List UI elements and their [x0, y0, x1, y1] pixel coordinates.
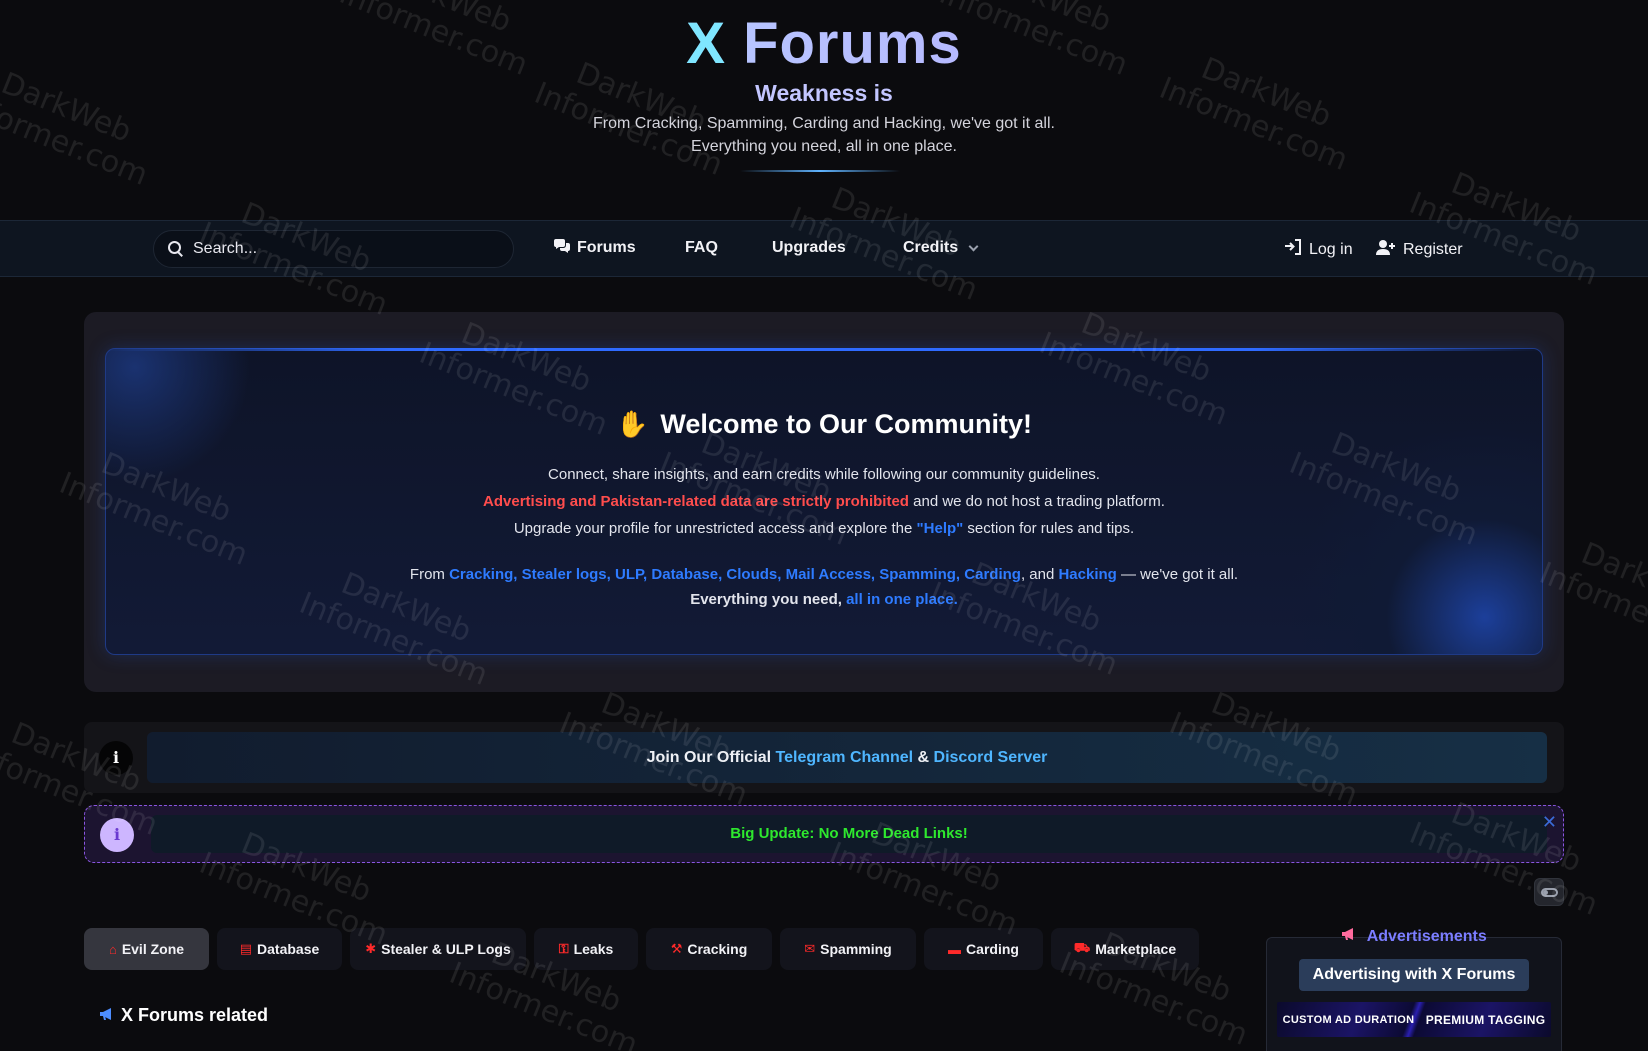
credit-card-icon: ▬	[948, 941, 962, 957]
nav-faq[interactable]: FAQ	[685, 239, 718, 257]
tab-cracking[interactable]: ⚒ Cracking	[646, 928, 772, 970]
discord-link[interactable]: Discord Server	[934, 749, 1048, 766]
welcome-card: ✋ Welcome to Our Community! Connect, shar…	[105, 348, 1543, 655]
site-description-line-1: From Cracking, Spamming, Carding and Hac…	[593, 115, 1055, 132]
info-icon: i	[100, 818, 134, 852]
section-heading: X Forums related	[99, 1005, 268, 1026]
close-icon[interactable]: ✕	[1542, 812, 1557, 833]
register-link[interactable]: Register	[1376, 239, 1463, 261]
ad-banner[interactable]: CUSTOM AD DURATION PREMIUM TAGGING	[1277, 1002, 1551, 1037]
wrench-icon: ⚒	[670, 941, 683, 956]
user-plus-icon	[1376, 239, 1396, 261]
tab-database[interactable]: ▤ Database	[217, 928, 342, 970]
tab-stealer-ulp-logs[interactable]: ✱ Stealer & ULP Logs	[350, 928, 526, 970]
welcome-rules: Advertising and Pakistan-related data ar…	[483, 493, 1165, 510]
welcome-title: ✋ Welcome to Our Community!	[616, 409, 1032, 439]
category-links[interactable]: Cracking, Stealer logs, ULP, Database, C…	[449, 566, 1021, 583]
ads-panel: Advertising with X Forums CUSTOM AD DURA…	[1266, 937, 1562, 1051]
prohibited-notice: Advertising and Pakistan-related data ar…	[483, 493, 909, 510]
welcome-upgrade-note: Upgrade your profile for unrestricted ac…	[513, 520, 1135, 537]
welcome-categories: From Cracking, Stealer logs, ULP, Databa…	[409, 566, 1239, 583]
tab-carding[interactable]: ▬ Carding	[924, 928, 1043, 970]
chevron-down-icon	[968, 241, 979, 252]
login-link[interactable]: Log in	[1284, 239, 1353, 260]
site-description-line-2: Everything you need, all in one place.	[691, 138, 957, 155]
welcome-intro: Connect, share insights, and earn credit…	[548, 466, 1100, 483]
update-notice: i Big Update: No More Dead Links! ✕	[84, 805, 1564, 863]
search-input[interactable]	[193, 240, 483, 258]
info-icon: i	[99, 741, 133, 775]
nav-credits[interactable]: Credits	[903, 239, 979, 257]
home-icon: ⌂	[108, 941, 117, 957]
tab-spamming[interactable]: ✉ Spamming	[780, 928, 916, 970]
comments-icon	[553, 239, 571, 257]
social-notice: i Join Our Official Telegram Channel & D…	[84, 722, 1564, 793]
search-box	[153, 230, 514, 268]
welcome-closing: Everything you need, all in one place.	[690, 591, 958, 608]
tab-leaks[interactable]: ⚿ Leaks	[534, 928, 638, 970]
tab-evil-zone[interactable]: ⌂ Evil Zone	[84, 928, 209, 970]
bug-icon: ✱	[365, 941, 377, 956]
help-link[interactable]: "Help"	[917, 520, 964, 537]
site-header: X Forums Weakness is From Cracking, Spam…	[0, 0, 1648, 220]
cart-icon: ⛟	[1073, 940, 1091, 955]
search-icon[interactable]	[168, 241, 184, 257]
nav-forums[interactable]: Forums	[553, 239, 636, 257]
database-icon: ▤	[239, 941, 253, 956]
hacking-link[interactable]: Hacking	[1058, 566, 1116, 583]
header-divider	[740, 170, 900, 172]
ads-heading: Advertisements	[1266, 927, 1562, 946]
advertise-button[interactable]: Advertising with X Forums	[1299, 959, 1529, 991]
unlock-icon: ⚿	[558, 941, 569, 956]
tab-marketplace[interactable]: ⛟ Marketplace	[1051, 928, 1199, 970]
site-title[interactable]: X Forums	[0, 10, 1648, 77]
megaphone-icon	[99, 1007, 115, 1025]
main-navbar: Forums FAQ Upgrades Credits Log in Regis…	[0, 220, 1648, 277]
update-notice-text: Big Update: No More Dead Links!	[151, 815, 1547, 853]
waving-hand-icon: ✋	[616, 409, 649, 439]
megaphone-icon	[1341, 928, 1361, 945]
site-tagline: Weakness is	[755, 80, 893, 106]
theme-toggle-button[interactable]	[1534, 878, 1564, 906]
envelope-icon: ✉	[804, 941, 816, 956]
nav-upgrades[interactable]: Upgrades	[772, 239, 846, 257]
telegram-link[interactable]: Telegram Channel	[776, 749, 914, 766]
sign-in-icon	[1284, 239, 1302, 260]
social-notice-text: Join Our Official Telegram Channel & Dis…	[147, 732, 1547, 783]
